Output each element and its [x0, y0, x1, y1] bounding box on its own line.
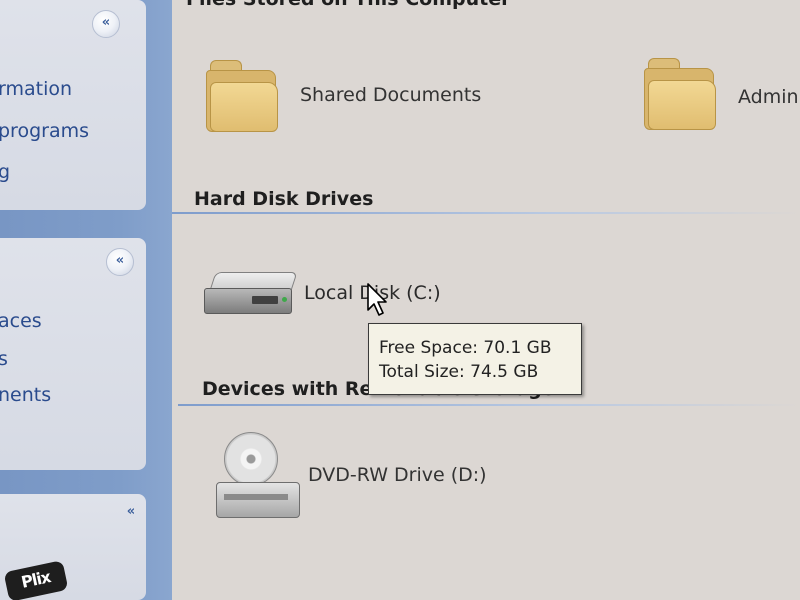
- item-dvd-rw-drive-d[interactable]: DVD-RW Drive (D:): [308, 464, 487, 486]
- section-header-files-stored: Files Stored on This Computer: [186, 0, 510, 10]
- collapse-icon[interactable]: «: [106, 248, 134, 276]
- task-link-system-information[interactable]: rmation: [0, 78, 72, 100]
- task-link-my-documents[interactable]: s: [0, 348, 8, 370]
- folder-icon[interactable]: [206, 60, 278, 134]
- collapse-icon[interactable]: «: [92, 10, 120, 38]
- task-link-shared-documents[interactable]: nents: [0, 384, 51, 406]
- section-divider: [178, 404, 800, 406]
- mouse-pointer-icon: [367, 283, 387, 316]
- item-shared-documents[interactable]: Shared Documents: [300, 84, 481, 106]
- drive-tooltip: Free Space: 70.1 GB Total Size: 74.5 GB: [368, 323, 582, 395]
- collapse-icon[interactable]: «: [118, 500, 144, 526]
- tooltip-total-size: Total Size: 74.5 GB: [379, 362, 539, 382]
- task-link-network-places[interactable]: aces: [0, 310, 42, 332]
- hard-drive-icon[interactable]: [204, 268, 298, 320]
- my-computer-window: « rmation programs g « aces s nents « Fi…: [0, 0, 800, 600]
- task-link-add-remove-programs[interactable]: programs: [0, 120, 89, 142]
- tooltip-free-space: Free Space: 70.1 GB: [379, 338, 552, 358]
- dvd-drive-icon[interactable]: [216, 432, 300, 522]
- task-panel-system-tasks: « rmation programs g: [0, 0, 146, 210]
- section-divider: [172, 212, 800, 214]
- task-link-change-setting[interactable]: g: [0, 161, 10, 183]
- section-header-hard-disk-drives: Hard Disk Drives: [194, 188, 374, 210]
- content-area: Files Stored on This Computer Shared Doc…: [172, 0, 800, 600]
- folder-icon[interactable]: [644, 58, 716, 132]
- item-admin-documents[interactable]: Admini: [738, 86, 800, 108]
- task-pane: « rmation programs g « aces s nents «: [0, 0, 172, 600]
- task-panel-other-places: « aces s nents: [0, 238, 146, 470]
